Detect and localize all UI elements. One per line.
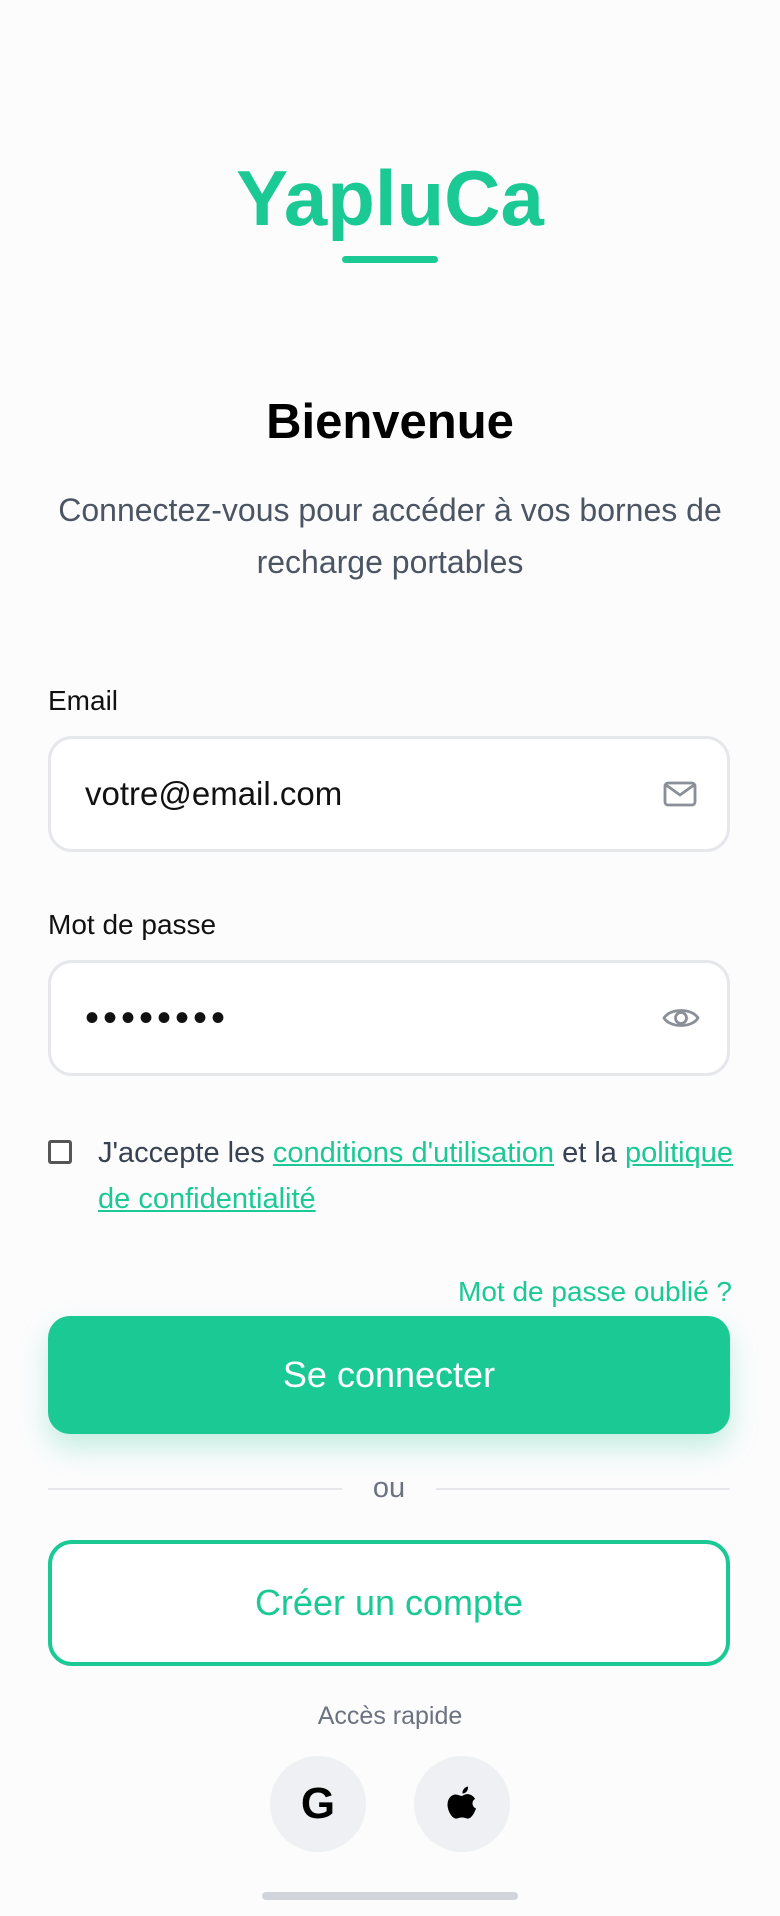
- login-screen: YapluCa Bienvenue Connectez-vous pour ac…: [0, 0, 780, 1916]
- apple-login-button[interactable]: [414, 1756, 510, 1852]
- email-field[interactable]: [48, 736, 730, 852]
- mail-icon: [661, 775, 699, 813]
- terms-middle: et la: [562, 1137, 617, 1169]
- forgot-password-link[interactable]: Mot de passe oublié ?: [458, 1274, 732, 1310]
- google-login-button[interactable]: G: [270, 1756, 366, 1852]
- quick-access-label: Accès rapide: [317, 1702, 463, 1730]
- password-label: Mot de passe: [48, 909, 217, 940]
- logo-underline: [342, 256, 438, 263]
- terms-link[interactable]: conditions d'utilisation: [273, 1137, 554, 1169]
- divider-line-left: [48, 1488, 342, 1490]
- page-subtitle: Connectez-vous pour accéder à vos bornes…: [58, 492, 722, 580]
- home-indicator: [262, 1892, 518, 1900]
- page-title: Bienvenue: [266, 395, 514, 449]
- email-input[interactable]: [85, 739, 625, 849]
- terms-prefix: J'accepte les: [98, 1137, 265, 1169]
- password-input[interactable]: [85, 963, 625, 1073]
- eye-icon[interactable]: [661, 999, 700, 1037]
- terms-text: J'accepte les conditions d'utilisation e…: [98, 1130, 738, 1222]
- google-icon: G: [300, 1779, 336, 1828]
- terms-checkbox[interactable]: [48, 1140, 72, 1164]
- create-account-button[interactable]: Créer un compte: [48, 1540, 730, 1666]
- app-logo: YapluCa: [236, 154, 544, 242]
- email-label: Email: [48, 685, 119, 716]
- divider-line-right: [436, 1488, 730, 1490]
- password-field[interactable]: [48, 960, 730, 1076]
- login-button[interactable]: Se connecter: [48, 1316, 730, 1434]
- divider-text: ou: [372, 1472, 406, 1504]
